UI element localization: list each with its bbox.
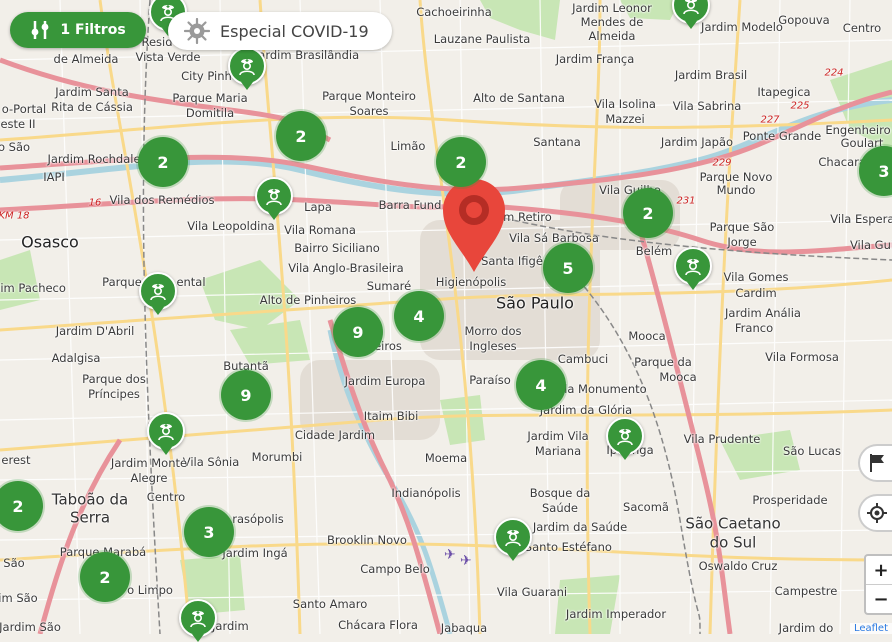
nurse-icon	[617, 429, 633, 446]
nurse-icon	[685, 259, 701, 276]
health-unit-marker[interactable]	[139, 272, 177, 315]
road-number-label: 227	[760, 114, 780, 126]
cluster-marker[interactable]: 2	[623, 188, 673, 238]
road-number-label: 225	[790, 100, 810, 112]
road-number-label: KM 18	[0, 210, 30, 222]
cluster-marker[interactable]: 2	[80, 552, 130, 602]
covid-label: Especial COVID-19	[220, 21, 369, 41]
road-number-label: 231	[676, 195, 696, 207]
svg-text:✈: ✈	[460, 553, 472, 569]
health-unit-marker[interactable]	[606, 417, 644, 460]
road-number-label: 224	[824, 67, 844, 79]
cluster-marker[interactable]: 2	[276, 111, 326, 161]
health-unit-marker[interactable]	[228, 47, 266, 90]
virus-icon	[184, 18, 210, 44]
nurse-icon	[266, 189, 282, 206]
map-layer-button[interactable]	[858, 444, 892, 482]
nurse-icon	[239, 59, 255, 76]
cluster-marker[interactable]: 2	[436, 137, 486, 187]
my-location-button[interactable]	[858, 494, 892, 532]
cluster-marker[interactable]: 3	[184, 507, 234, 557]
nurse-icon	[158, 424, 174, 441]
zoom-out-button[interactable]: −	[866, 584, 892, 613]
selected-location-pin-icon[interactable]	[441, 178, 507, 274]
svg-text:✈: ✈	[444, 547, 456, 563]
flag-icon	[870, 454, 884, 472]
cluster-marker[interactable]: 2	[138, 137, 188, 187]
road-number-label: 16	[88, 197, 102, 209]
covid-special-button[interactable]: Especial COVID-19	[168, 12, 392, 50]
zoom-control: + −	[864, 554, 892, 615]
filters-button[interactable]: 1 Filtros	[10, 12, 146, 48]
health-unit-marker[interactable]	[674, 247, 712, 290]
map-canvas[interactable]: ✈ ✈	[0, 0, 892, 634]
nurse-icon	[190, 611, 206, 628]
cluster-marker[interactable]: 4	[516, 360, 566, 410]
cluster-marker[interactable]: 4	[394, 291, 444, 341]
cluster-marker[interactable]: 9	[333, 307, 383, 357]
nurse-icon	[505, 530, 521, 547]
filters-label: 1 Filtros	[60, 22, 126, 38]
zoom-in-button[interactable]: +	[866, 556, 892, 584]
crosshair-icon	[867, 503, 887, 523]
health-unit-marker[interactable]	[147, 412, 185, 455]
attribution-link[interactable]: Leaflet	[849, 623, 892, 634]
nurse-icon	[150, 284, 166, 301]
health-unit-marker[interactable]	[494, 518, 532, 561]
cluster-marker[interactable]: 9	[221, 370, 271, 420]
health-unit-marker[interactable]	[255, 177, 293, 220]
nurse-icon	[683, 0, 699, 15]
health-unit-marker[interactable]	[179, 599, 217, 642]
cluster-marker[interactable]: 5	[543, 243, 593, 293]
sliders-icon	[31, 21, 49, 39]
road-number-label: 229	[712, 157, 732, 169]
